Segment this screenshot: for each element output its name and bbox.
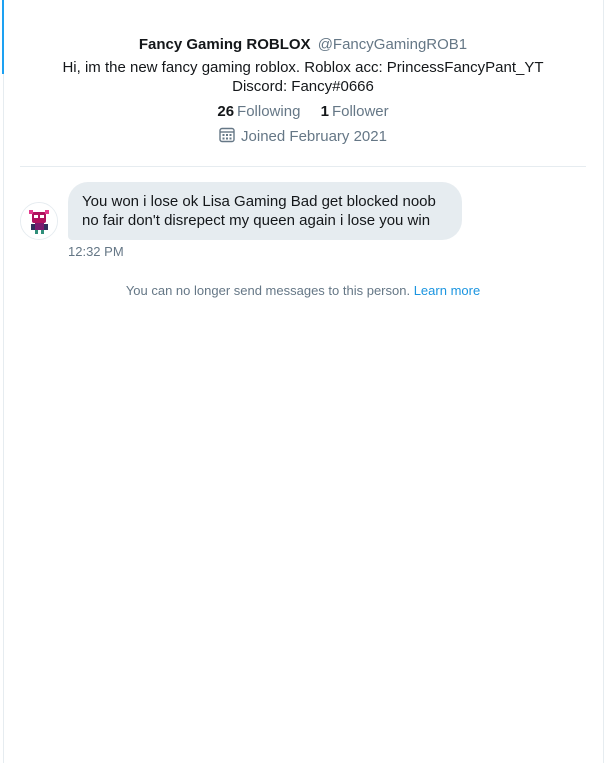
profile-summary: Fancy Gaming ROBLOX @FancyGamingROB1 Hi,… [20,34,586,148]
message-timestamp: 12:32 PM [68,244,124,259]
pane-left-border [3,74,4,763]
following-label: Following [237,103,301,120]
followers-stat[interactable]: 1 Follower [321,101,389,123]
profile-bio-line-1: Hi, im the new fancy gaming roblox. Robl… [62,59,544,76]
sender-avatar[interactable] [20,202,58,240]
message-text-line-2: no fair don't disrepect my queen again i… [82,212,431,229]
message-text-line-1: You won i lose ok Lisa Gaming Bad get bl… [82,193,436,210]
active-conversation-indicator [2,0,4,74]
profile-display-name[interactable]: Fancy Gaming ROBLOX [139,36,311,53]
blocked-notice-text: You can no longer send messages to this … [125,283,411,298]
profile-handle[interactable]: @FancyGamingROB1 [318,36,467,53]
dm-conversation-pane: Fancy Gaming ROBLOX @FancyGamingROB1 Hi,… [0,0,610,763]
robot-avatar-icon [21,203,57,239]
profile-bio-line-2: Discord: Fancy#0666 [232,78,374,95]
blocked-notice: You can no longer send messages to this … [20,282,586,299]
followers-count: 1 [320,103,329,120]
following-count: 26 [217,103,235,120]
profile-divider [20,166,586,167]
profile-joined: Joined February 2021 [20,126,586,148]
profile-bio: Hi, im the new fancy gaming roblox. Robl… [20,58,586,96]
pane-right-border [603,0,604,763]
message-bubble[interactable]: You won i lose ok Lisa Gaming Bad get bl… [68,182,462,240]
profile-joined-text: Joined February 2021 [241,128,387,145]
learn-more-link[interactable]: Learn more [414,283,480,298]
profile-name-line: Fancy Gaming ROBLOX @FancyGamingROB1 [20,34,586,56]
profile-stats: 26 Following 1 Follower [20,101,586,123]
calendar-icon [219,127,235,143]
following-stat[interactable]: 26 Following [217,101,300,123]
followers-label: Follower [331,103,389,120]
